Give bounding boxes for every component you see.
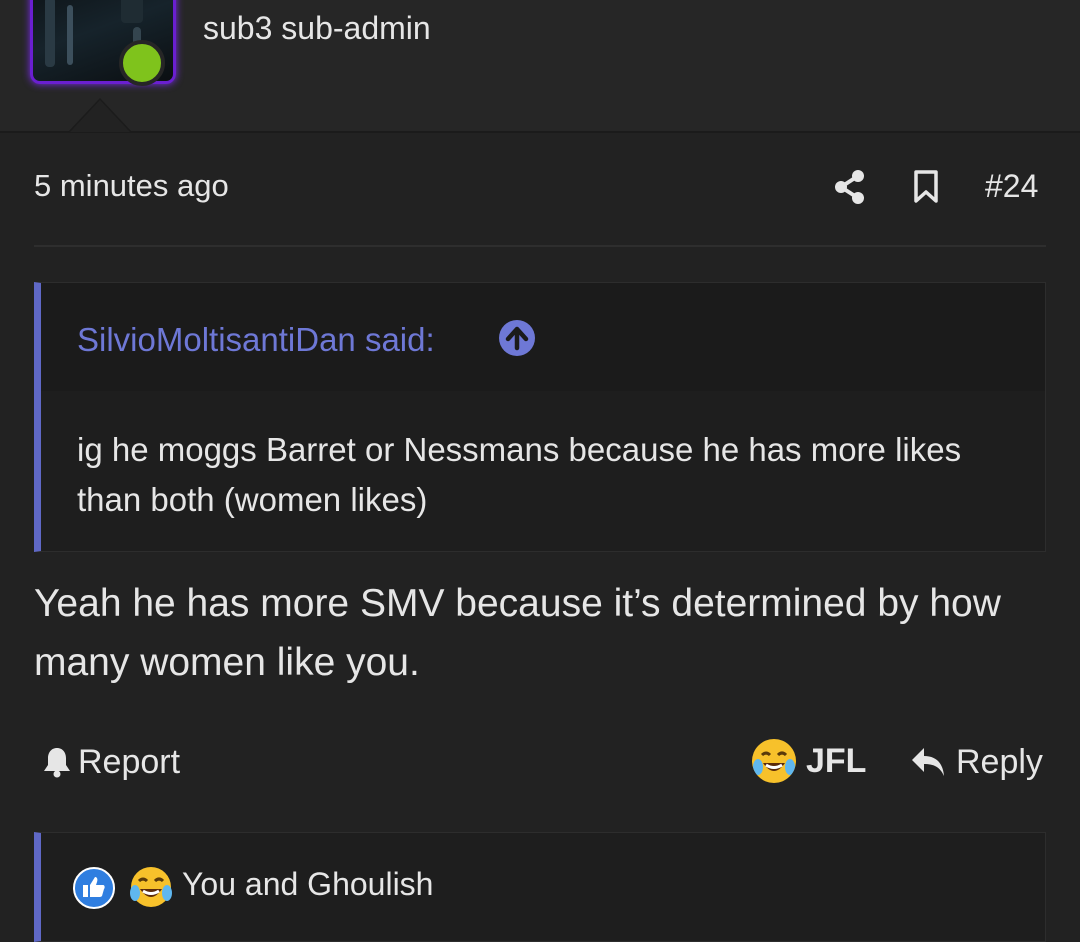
reactions-summary[interactable]: You and Ghoulish	[182, 866, 433, 903]
quote-author-link[interactable]: SilvioMoltisantiDan said:	[77, 321, 435, 359]
report-button[interactable]: Report	[40, 740, 180, 784]
post-body: Yeah he has more SMV because it’s determ…	[34, 582, 1001, 684]
post-timestamp[interactable]: 5 minutes ago	[34, 168, 229, 204]
quote-text: ig he moggs Barret or Nessmans because h…	[77, 431, 962, 518]
reply-button[interactable]: Reply	[910, 740, 1043, 784]
post-author-header: sub3 sub-admin	[0, 0, 1080, 133]
header-pointer-fill	[70, 100, 130, 132]
divider	[34, 245, 1046, 247]
arrow-up-icon	[505, 326, 529, 351]
bell-icon	[44, 748, 70, 778]
jump-to-quote-button[interactable]	[499, 320, 535, 356]
reactions-bar[interactable]: You and Ghoulish	[34, 832, 1046, 942]
like-icon	[73, 867, 115, 909]
thumbs-up-icon	[83, 877, 105, 897]
quote-block: SilvioMoltisantiDan said: ig he moggs Ba…	[34, 282, 1046, 552]
jfl-label: JFL	[806, 741, 867, 780]
bookmark-icon	[914, 170, 938, 203]
laughing-crying-emoji-icon	[130, 867, 172, 907]
reply-label: Reply	[956, 742, 1043, 781]
bookmark-button[interactable]	[910, 168, 942, 206]
report-label: Report	[78, 742, 181, 781]
user-title: sub3 sub-admin	[203, 10, 431, 46]
share-button[interactable]	[832, 168, 868, 206]
jfl-react-button[interactable]: JFL	[752, 738, 866, 784]
reply-arrow-icon	[912, 748, 944, 776]
post-number-link[interactable]: #24	[985, 168, 1038, 205]
share-icon	[835, 170, 864, 204]
online-status-dot	[119, 40, 165, 86]
laughing-crying-emoji-icon	[752, 739, 796, 783]
